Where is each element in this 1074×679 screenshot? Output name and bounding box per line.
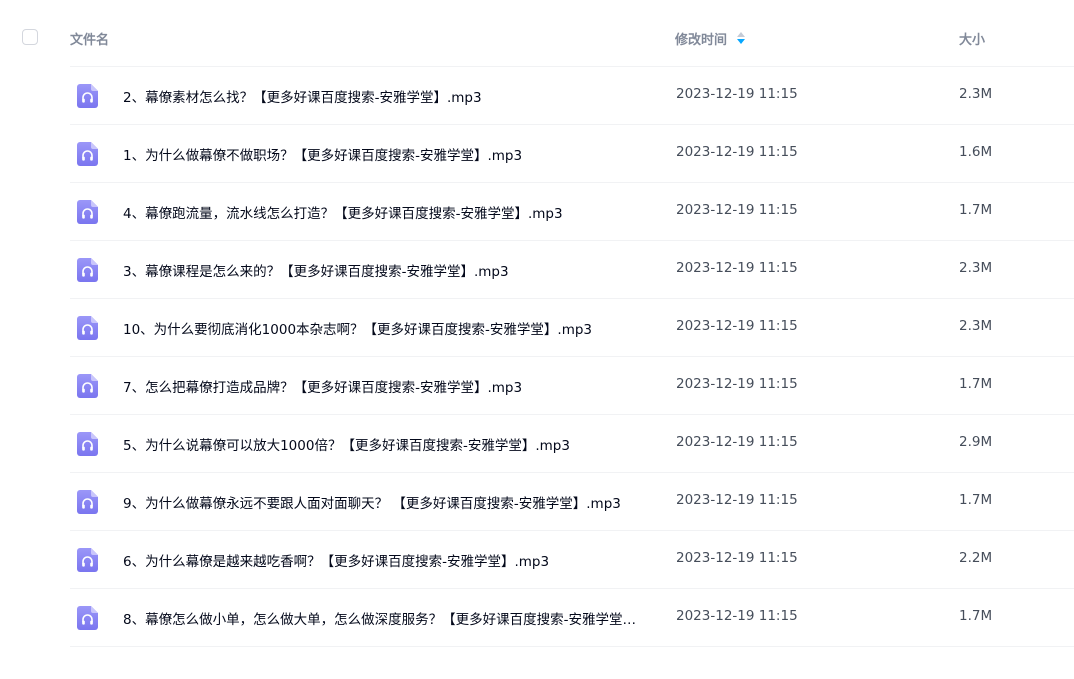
file-modified-time: 2023-12-19 11:15 (676, 608, 798, 624)
file-size: 1.7M (959, 608, 993, 624)
file-row[interactable]: 10、为什么要彻底消化1000本杂志啊？【更多好课百度搜索-安雅学堂】.mp3 … (70, 299, 1074, 357)
file-row[interactable]: 5、为什么说幕僚可以放大1000倍？【更多好课百度搜索-安雅学堂】.mp3 20… (70, 415, 1074, 473)
file-row[interactable]: 1、为什么做幕僚不做职场？【更多好课百度搜索-安雅学堂】.mp3 2023-12… (70, 125, 1074, 183)
file-modified-time: 2023-12-19 11:15 (676, 318, 798, 334)
file-size: 1.6M (959, 144, 993, 160)
audio-file-icon (77, 374, 98, 398)
file-name[interactable]: 5、为什么说幕僚可以放大1000倍？【更多好课百度搜索-安雅学堂】.mp3 (123, 434, 570, 454)
audio-file-icon (77, 316, 98, 340)
file-name[interactable]: 7、怎么把幕僚打造成品牌？【更多好课百度搜索-安雅学堂】.mp3 (123, 376, 522, 396)
file-size: 2.3M (959, 260, 993, 276)
file-list-header: 文件名 修改时间 大小 (22, 0, 1074, 67)
file-modified-time: 2023-12-19 11:15 (676, 260, 798, 276)
file-row[interactable]: 8、幕僚怎么做小单，怎么做大单，怎么做深度服务？【更多好课百度搜索-安雅学堂】.… (70, 589, 1074, 647)
file-row[interactable]: 2、幕僚素材怎么找？【更多好课百度搜索-安雅学堂】.mp3 2023-12-19… (70, 67, 1074, 125)
file-modified-time: 2023-12-19 11:15 (676, 550, 798, 566)
file-name[interactable]: 8、幕僚怎么做小单，怎么做大单，怎么做深度服务？【更多好课百度搜索-安雅学堂】.… (123, 608, 639, 628)
audio-file-icon (77, 490, 98, 514)
column-header-time[interactable]: 修改时间 (675, 29, 746, 48)
file-name[interactable]: 9、为什么做幕僚永远不要跟人面对面聊天？ 【更多好课百度搜索-安雅学堂】.mp3 (123, 492, 621, 512)
file-size: 1.7M (959, 202, 993, 218)
file-size: 1.7M (959, 492, 993, 508)
column-header-name[interactable]: 文件名 (70, 29, 109, 48)
file-size: 2.9M (959, 434, 993, 450)
file-rows: 2、幕僚素材怎么找？【更多好课百度搜索-安雅学堂】.mp3 2023-12-19… (0, 67, 1074, 647)
file-size: 2.2M (959, 550, 993, 566)
file-name[interactable]: 2、幕僚素材怎么找？【更多好课百度搜索-安雅学堂】.mp3 (123, 86, 482, 106)
column-header-time-label: 修改时间 (675, 33, 728, 48)
sort-descending-icon[interactable] (737, 31, 746, 46)
file-modified-time: 2023-12-19 11:15 (676, 376, 798, 392)
file-modified-time: 2023-12-19 11:15 (676, 86, 798, 102)
file-size: 2.3M (959, 86, 993, 102)
file-name[interactable]: 3、幕僚课程是怎么来的？【更多好课百度搜索-安雅学堂】.mp3 (123, 260, 509, 280)
audio-file-icon (77, 258, 98, 282)
audio-file-icon (77, 548, 98, 572)
audio-file-icon (77, 432, 98, 456)
file-size: 1.7M (959, 376, 993, 392)
file-modified-time: 2023-12-19 11:15 (676, 202, 798, 218)
file-size: 2.3M (959, 318, 993, 334)
file-row[interactable]: 3、幕僚课程是怎么来的？【更多好课百度搜索-安雅学堂】.mp3 2023-12-… (70, 241, 1074, 299)
file-modified-time: 2023-12-19 11:15 (676, 144, 798, 160)
file-name[interactable]: 4、幕僚跑流量，流水线怎么打造？【更多好课百度搜索-安雅学堂】.mp3 (123, 202, 563, 222)
file-row[interactable]: 6、为什么幕僚是越来越吃香啊？【更多好课百度搜索-安雅学堂】.mp3 2023-… (70, 531, 1074, 589)
audio-file-icon (77, 606, 98, 630)
file-modified-time: 2023-12-19 11:15 (676, 434, 798, 450)
file-name[interactable]: 10、为什么要彻底消化1000本杂志啊？【更多好课百度搜索-安雅学堂】.mp3 (123, 318, 592, 338)
file-name[interactable]: 1、为什么做幕僚不做职场？【更多好课百度搜索-安雅学堂】.mp3 (123, 144, 522, 164)
audio-file-icon (77, 142, 98, 166)
column-header-size[interactable]: 大小 (959, 29, 985, 48)
file-row[interactable]: 4、幕僚跑流量，流水线怎么打造？【更多好课百度搜索-安雅学堂】.mp3 2023… (70, 183, 1074, 241)
audio-file-icon (77, 200, 98, 224)
file-row[interactable]: 7、怎么把幕僚打造成品牌？【更多好课百度搜索-安雅学堂】.mp3 2023-12… (70, 357, 1074, 415)
file-name[interactable]: 6、为什么幕僚是越来越吃香啊？【更多好课百度搜索-安雅学堂】.mp3 (123, 550, 549, 570)
select-all-checkbox[interactable] (22, 29, 38, 45)
audio-file-icon (77, 84, 98, 108)
file-row[interactable]: 9、为什么做幕僚永远不要跟人面对面聊天？ 【更多好课百度搜索-安雅学堂】.mp3… (70, 473, 1074, 531)
file-modified-time: 2023-12-19 11:15 (676, 492, 798, 508)
file-list: 文件名 修改时间 大小 2、幕僚素材怎么找？【更多好课百度搜索-安雅学堂】.mp… (0, 0, 1074, 647)
